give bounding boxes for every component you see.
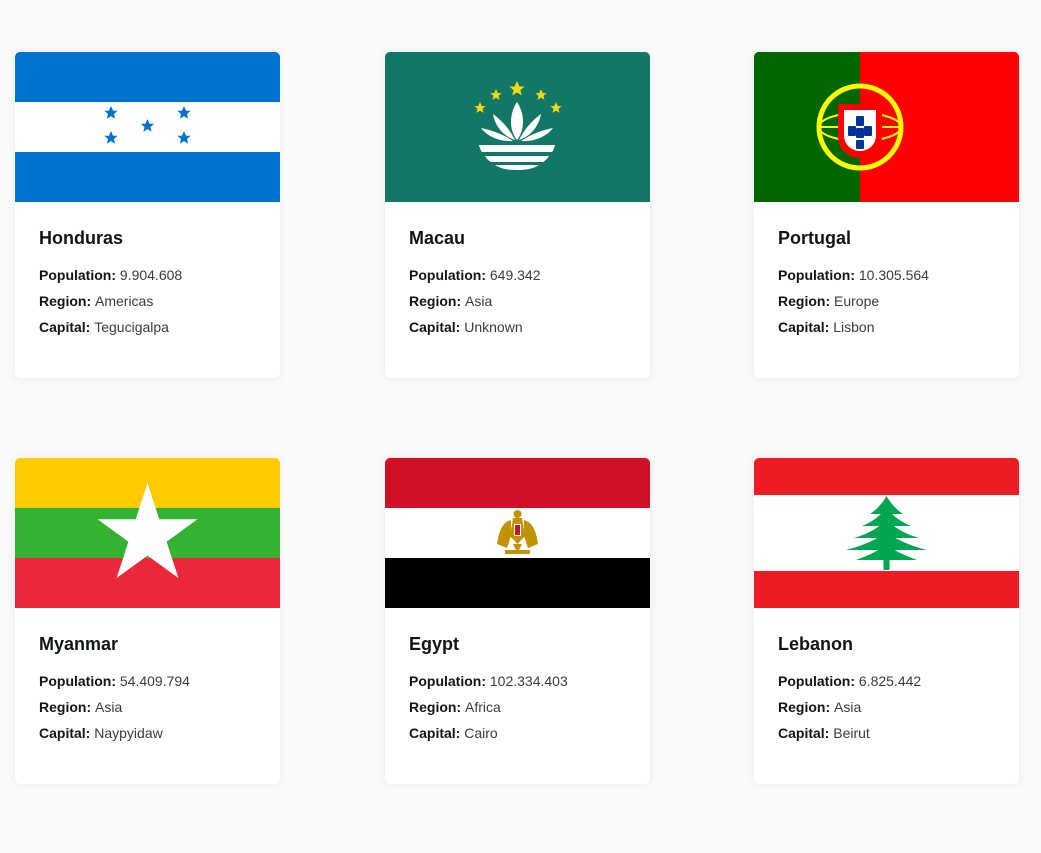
population-row: Population: 54.409.794 [39, 672, 256, 690]
region-label: Region: [409, 293, 462, 309]
population-row: Population: 10.305.564 [778, 266, 995, 284]
capital-value: Cairo [464, 725, 498, 741]
myanmar-flag-icon [15, 458, 280, 608]
region-row: Region: Europe [778, 292, 995, 310]
population-row: Population: 102.334.403 [409, 672, 626, 690]
region-value: Africa [465, 699, 501, 715]
capital-label: Capital: [778, 319, 830, 335]
country-name: Egypt [409, 634, 460, 654]
region-value: Americas [95, 293, 154, 309]
country-name: Macau [409, 228, 466, 248]
country-card-egypt[interactable]: Egypt Population: 102.334.403 Region: Af… [385, 458, 650, 784]
capital-row: Capital: Cairo [409, 724, 626, 742]
capital-label: Capital: [39, 725, 91, 741]
country-card-honduras[interactable]: Honduras Population: 9.904.608 Region: A… [15, 52, 280, 378]
country-card-myanmar[interactable]: Myanmar Population: 54.409.794 Region: A… [15, 458, 280, 784]
population-value: 10.305.564 [858, 267, 929, 283]
capital-row: Capital: Unknown [409, 318, 626, 336]
region-row: Region: Asia [778, 698, 995, 716]
capital-label: Capital: [778, 725, 830, 741]
countries-grid: Honduras Population: 9.904.608 Region: A… [0, 0, 1041, 853]
region-label: Region: [409, 699, 462, 715]
region-row: Region: Asia [39, 698, 256, 716]
population-row: Population: 9.904.608 [39, 266, 256, 284]
population-row: Population: 6.825.442 [778, 672, 995, 690]
population-label: Population: [778, 267, 855, 283]
region-value: Asia [834, 699, 862, 715]
population-label: Population: [778, 673, 855, 689]
region-value: Asia [95, 699, 123, 715]
lebanon-flag-icon [754, 458, 1019, 608]
honduras-flag-icon [15, 52, 280, 202]
country-name: Lebanon [778, 634, 853, 654]
region-row: Region: Asia [409, 292, 626, 310]
population-value: 9.904.608 [119, 267, 183, 283]
country-name: Honduras [39, 228, 124, 248]
capital-value: Tegucigalpa [94, 319, 169, 335]
population-label: Population: [409, 267, 486, 283]
population-row: Population: 649.342 [409, 266, 626, 284]
country-card-macau[interactable]: Macau Population: 649.342 Region: Asia C… [385, 52, 650, 378]
population-label: Population: [39, 267, 116, 283]
region-row: Region: Americas [39, 292, 256, 310]
region-label: Region: [39, 699, 92, 715]
capital-row: Capital: Naypyidaw [39, 724, 256, 742]
country-name: Myanmar [39, 634, 119, 654]
population-value: 6.825.442 [858, 673, 922, 689]
region-value: Europe [834, 293, 880, 309]
portugal-flag-icon [754, 52, 1019, 202]
country-name: Portugal [778, 228, 852, 248]
region-value: Asia [465, 293, 493, 309]
capital-label: Capital: [409, 319, 461, 335]
macau-flag-icon [385, 52, 650, 202]
region-row: Region: Africa [409, 698, 626, 716]
population-value: 54.409.794 [119, 673, 190, 689]
capital-row: Capital: Tegucigalpa [39, 318, 256, 336]
capital-row: Capital: Lisbon [778, 318, 995, 336]
population-value: 649.342 [489, 267, 541, 283]
capital-value: Lisbon [833, 319, 875, 335]
capital-value: Beirut [833, 725, 870, 741]
region-label: Region: [778, 293, 831, 309]
capital-row: Capital: Beirut [778, 724, 995, 742]
egypt-flag-icon [385, 458, 650, 608]
capital-value: Unknown [464, 319, 523, 335]
region-label: Region: [778, 699, 831, 715]
country-card-lebanon[interactable]: Lebanon Population: 6.825.442 Region: As… [754, 458, 1019, 784]
population-label: Population: [39, 673, 116, 689]
capital-label: Capital: [409, 725, 461, 741]
country-card-portugal[interactable]: Portugal Population: 10.305.564 Region: … [754, 52, 1019, 378]
region-label: Region: [39, 293, 92, 309]
capital-label: Capital: [39, 319, 91, 335]
capital-value: Naypyidaw [94, 725, 163, 741]
population-label: Population: [409, 673, 486, 689]
population-value: 102.334.403 [489, 673, 568, 689]
